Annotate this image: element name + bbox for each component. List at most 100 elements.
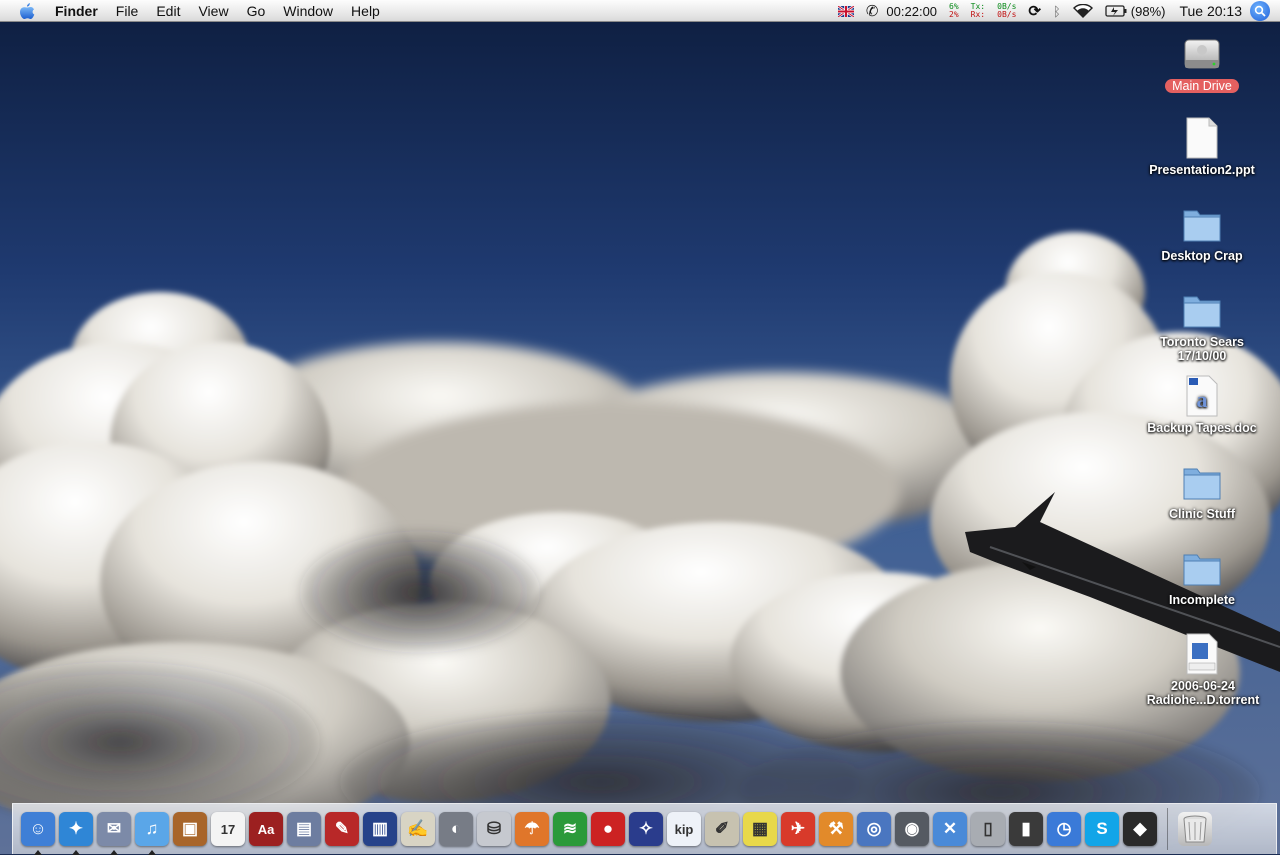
- trash-icon[interactable]: [1176, 809, 1214, 849]
- torrent-file-icon: [1180, 632, 1224, 676]
- desktop-icon-toronto-sears[interactable]: Toronto Sears 17/10/00: [1137, 288, 1267, 363]
- tool-icon[interactable]: ⚒: [817, 809, 855, 849]
- mail-icon[interactable]: ✉: [95, 809, 133, 855]
- safari-icon[interactable]: ✦: [57, 809, 95, 855]
- menu-file[interactable]: File: [107, 0, 148, 22]
- desktop-icon-torrent[interactable]: 2006-06-24 Radiohe...D.torrent: [1137, 632, 1267, 707]
- film-glyph: ▮: [1009, 812, 1043, 846]
- network-meter[interactable]: Tx: Rx: 0B/s 0B/s: [965, 0, 1023, 22]
- directory-utility-icon[interactable]: ◐: [437, 809, 475, 849]
- sync-icon[interactable]: ⟳: [1022, 0, 1047, 22]
- umbrella-icon[interactable]: ☂: [513, 809, 551, 849]
- hair-dryer-glyph: ✈: [781, 812, 815, 846]
- film-icon[interactable]: ▮: [1007, 809, 1045, 849]
- menu-go[interactable]: Go: [238, 0, 275, 22]
- battery-icon[interactable]: (98%): [1099, 0, 1172, 22]
- script-editor-icon[interactable]: ✐: [703, 809, 741, 849]
- internet-connect-icon[interactable]: ◎: [855, 809, 893, 849]
- kip-glyph: kip: [667, 812, 701, 846]
- menu-help[interactable]: Help: [342, 0, 389, 22]
- clock[interactable]: Tue 20:13: [1171, 0, 1246, 22]
- itunes-glyph: ♫: [135, 812, 169, 846]
- desktop-icon-label: Clinic Stuff: [1169, 507, 1235, 521]
- document-icon: [1180, 116, 1224, 160]
- running-indicator: [148, 850, 156, 855]
- desktop-icon-label: Toronto Sears 17/10/00: [1160, 335, 1244, 363]
- xcode-icon[interactable]: ✕: [931, 809, 969, 849]
- ical-icon[interactable]: 17: [209, 809, 247, 849]
- textedit-icon[interactable]: ✍: [399, 809, 437, 849]
- phone-icon[interactable]: ▯: [969, 809, 1007, 849]
- finder-icon[interactable]: ☺: [19, 809, 57, 855]
- timer-readout[interactable]: 00:22:00: [884, 0, 943, 22]
- dock-separator: [1167, 808, 1168, 850]
- hair-dryer-icon[interactable]: ✈: [779, 809, 817, 849]
- network-icon[interactable]: ≋: [551, 809, 589, 849]
- stickies-icon[interactable]: ▦: [741, 809, 779, 849]
- umbrella-glyph: ☂: [515, 812, 549, 846]
- desktop-icon-label: 2006-06-24 Radiohe...D.torrent: [1146, 679, 1260, 707]
- mail-glyph: ✉: [97, 812, 131, 846]
- folder-icon: [1180, 460, 1224, 504]
- pdf-book-glyph: ▥: [363, 812, 397, 846]
- itunes-icon[interactable]: ♫: [133, 809, 171, 855]
- running-indicator: [72, 850, 80, 855]
- menu-edit[interactable]: Edit: [147, 0, 189, 22]
- desktop-icon-backup-tapes[interactable]: a Backup Tapes.doc: [1137, 374, 1267, 435]
- cpu-bottom: 2%: [949, 10, 959, 19]
- ink-drop-glyph: ◆: [1123, 812, 1157, 846]
- desktop-icon-label: Presentation2.ppt: [1149, 163, 1255, 177]
- dictionary-icon[interactable]: Aa: [247, 809, 285, 849]
- kip-icon[interactable]: kip: [665, 809, 703, 849]
- apple-logo-icon[interactable]: [16, 0, 38, 22]
- running-indicator: [34, 850, 42, 855]
- textedit-glyph: ✍: [401, 812, 435, 846]
- menu-window[interactable]: Window: [274, 0, 342, 22]
- pdf-book-icon[interactable]: ▥: [361, 809, 399, 849]
- menu-bar: Finder File Edit View Go Window Help ✆ 0…: [0, 0, 1280, 22]
- skype-glyph: S: [1085, 812, 1119, 846]
- ical-glyph: 17: [211, 812, 245, 846]
- red-hat-glyph: ●: [591, 812, 625, 846]
- phone-glyph: ▯: [971, 812, 1005, 846]
- folder-icon: [1180, 202, 1224, 246]
- iphoto-icon[interactable]: ▣: [171, 809, 209, 849]
- constellation-icon[interactable]: ✧: [627, 809, 665, 849]
- hard-drive-icon: [1180, 32, 1224, 76]
- menu-finder[interactable]: Finder: [46, 0, 107, 22]
- running-indicator: [110, 850, 118, 855]
- address-book-glyph: ▤: [287, 812, 321, 846]
- folder-icon: [1180, 546, 1224, 590]
- bluetooth-icon[interactable]: ᛒ: [1047, 0, 1067, 22]
- script-editor-glyph: ✐: [705, 812, 739, 846]
- skype-icon[interactable]: S: [1083, 809, 1121, 849]
- network-glyph: ≋: [553, 812, 587, 846]
- dvd-player-icon[interactable]: ◉: [893, 809, 931, 849]
- desktop-icon-desktop-crap[interactable]: Desktop Crap: [1137, 202, 1267, 263]
- desktop-icon-label: Desktop Crap: [1161, 249, 1243, 263]
- desktop-icon-label: Main Drive: [1165, 79, 1239, 93]
- spotlight-icon[interactable]: [1250, 1, 1270, 21]
- constellation-glyph: ✧: [629, 812, 663, 846]
- disk-utility-icon[interactable]: ⛁: [475, 809, 513, 849]
- directory-utility-glyph: ◐: [439, 812, 473, 846]
- desktop-icon-main-drive[interactable]: Main Drive: [1137, 32, 1267, 93]
- ink-drop-icon[interactable]: ◆: [1121, 809, 1159, 849]
- disk-utility-glyph: ⛁: [477, 812, 511, 846]
- desktop-wallpaper: [0, 22, 1280, 854]
- dictionary-glyph: Aa: [249, 812, 283, 846]
- red-book-icon[interactable]: ✎: [323, 809, 361, 849]
- desktop-icon-presentation[interactable]: Presentation2.ppt: [1137, 116, 1267, 177]
- tool-glyph: ⚒: [819, 812, 853, 846]
- wifi-icon[interactable]: [1067, 0, 1099, 22]
- desktop-icon-clinic-stuff[interactable]: Clinic Stuff: [1137, 460, 1267, 521]
- address-book-icon[interactable]: ▤: [285, 809, 323, 849]
- desktop-icon-incomplete[interactable]: Incomplete: [1137, 546, 1267, 607]
- menu-view[interactable]: View: [189, 0, 237, 22]
- phone-icon[interactable]: ✆: [860, 0, 885, 22]
- cpu-meter[interactable]: 6% 2%: [943, 0, 965, 22]
- red-hat-icon[interactable]: ●: [589, 809, 627, 849]
- desktop-icon-label: Incomplete: [1169, 593, 1235, 607]
- uk-flag-icon[interactable]: [832, 0, 860, 22]
- alarm-clock-icon[interactable]: ◷: [1045, 809, 1083, 849]
